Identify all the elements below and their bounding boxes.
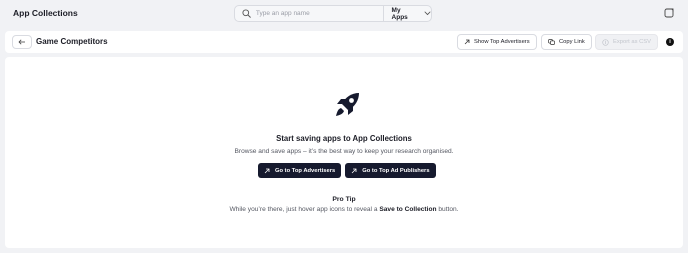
my-apps-dropdown[interactable]: My Apps [384, 6, 431, 21]
arrow-left-icon [18, 39, 26, 45]
pro-tip-title: Pro Tip [332, 196, 356, 203]
copy-link-button[interactable]: Copy Link [541, 34, 592, 50]
go-to-top-ad-publishers-button[interactable]: Go to Top Ad Publishers [345, 163, 436, 178]
back-button[interactable] [12, 35, 32, 49]
cta-row: Go to Top Advertisers Go to Top Ad Publi… [258, 163, 436, 178]
rocket-icon [332, 90, 362, 120]
export-csv-button[interactable]: Export as CSV [595, 34, 659, 50]
copy-link-label: Copy Link [559, 39, 585, 45]
empty-state-title: Start saving apps to App Collections [276, 134, 412, 143]
top-bar: App Collections My Apps [0, 0, 688, 28]
page-title: Game Competitors [36, 37, 108, 46]
go-to-top-ad-publishers-label: Go to Top Ad Publishers [362, 167, 430, 174]
arrow-up-right-icon [464, 39, 470, 45]
go-to-top-advertisers-label: Go to Top Advertisers [275, 167, 336, 174]
arrow-up-right-icon [264, 168, 270, 174]
export-icon [602, 38, 609, 46]
search-input[interactable] [255, 10, 383, 17]
show-top-advertisers-label: Show Top Advertisers [474, 39, 530, 45]
empty-state-panel: Start saving apps to App Collections Bro… [5, 57, 683, 248]
app-title: App Collections [13, 8, 78, 18]
info-icon[interactable]: i [666, 38, 674, 46]
window-icon[interactable] [664, 8, 674, 18]
link-icon [548, 39, 555, 45]
search-box[interactable]: My Apps [234, 5, 432, 22]
go-to-top-advertisers-button[interactable]: Go to Top Advertisers [258, 163, 342, 178]
export-csv-label: Export as CSV [613, 39, 652, 45]
pro-tip-text: While you’re there, just hover app icons… [5, 206, 683, 213]
empty-state-subtitle: Browse and save apps – it’s the best way… [234, 148, 454, 155]
collection-toolbar: Game Competitors Show Top Advertisers Co… [5, 31, 683, 53]
pro-tip-text-after: button. [436, 206, 459, 213]
save-to-collection-emphasis: Save to Collection [379, 206, 437, 213]
chevron-down-icon [424, 11, 431, 16]
show-top-advertisers-button[interactable]: Show Top Advertisers [457, 34, 537, 50]
search-icon [240, 7, 254, 21]
pro-tip-text-before: While you’re there, just hover app icons… [229, 206, 380, 213]
my-apps-label: My Apps [391, 6, 408, 21]
arrow-up-right-icon [351, 168, 357, 174]
